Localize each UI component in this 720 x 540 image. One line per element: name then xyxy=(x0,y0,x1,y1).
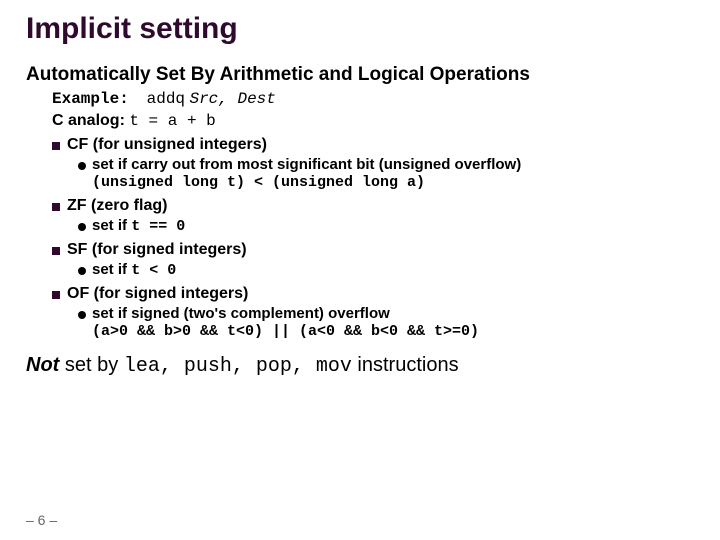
c-analog-code: t = a + b xyxy=(129,112,215,130)
flag-desc: (for signed integers) xyxy=(92,241,247,258)
not-set-mid: set by xyxy=(59,354,123,376)
flag-desc: (for signed integers) xyxy=(94,285,249,302)
flag-desc: (for unsigned integers) xyxy=(93,136,267,153)
flag-set-text: set if signed (two's complement) overflo… xyxy=(92,305,390,322)
flag-of-code: (a>0 && b>0 && t<0) || (a<0 && b<0 && t>… xyxy=(26,323,694,340)
flag-sf-detail: set if t < 0 xyxy=(26,261,694,279)
flag-cf-detail: set if carry out from most significant b… xyxy=(26,156,694,173)
example-instr: addq xyxy=(147,90,185,108)
disc-bullet-icon xyxy=(78,162,86,170)
square-bullet-icon xyxy=(52,247,60,255)
not-set-line: Not set by lea, push, pop, mov instructi… xyxy=(26,354,694,378)
flag-of-detail: set if signed (two's complement) overflo… xyxy=(26,305,694,322)
square-bullet-icon xyxy=(52,203,60,211)
example-label: Example: xyxy=(52,90,129,108)
flag-cf: CF (for unsigned integers) xyxy=(26,136,694,154)
c-analog-line: C analog: t = a + b xyxy=(26,112,694,130)
example-line: Example: addq Src, Dest xyxy=(26,90,694,108)
flag-zf-detail: set if t == 0 xyxy=(26,217,694,235)
disc-bullet-icon xyxy=(78,223,86,231)
flag-name: OF xyxy=(67,285,89,302)
flag-set-text: set if xyxy=(92,217,131,234)
square-bullet-icon xyxy=(52,142,60,150)
not-set-lead: Not xyxy=(26,354,59,376)
square-bullet-icon xyxy=(52,291,60,299)
flag-inline-code: t < 0 xyxy=(131,262,176,279)
flag-zf: ZF (zero flag) xyxy=(26,197,694,215)
disc-bullet-icon xyxy=(78,267,86,275)
flag-name: CF xyxy=(67,136,88,153)
disc-bullet-icon xyxy=(78,311,86,319)
flag-set-text: set if xyxy=(92,261,131,278)
not-set-code: lea, push, pop, mov xyxy=(124,355,352,378)
flag-name: ZF xyxy=(67,197,87,214)
not-set-tail: instructions xyxy=(352,354,459,376)
flag-cf-code: (unsigned long t) < (unsigned long a) xyxy=(26,174,694,191)
flag-name: SF xyxy=(67,241,87,258)
example-args: Src, Dest xyxy=(189,90,275,108)
flag-of: OF (for signed integers) xyxy=(26,285,694,303)
flag-desc: (zero flag) xyxy=(91,197,167,214)
flag-inline-code: t == 0 xyxy=(131,218,185,235)
section-heading: Automatically Set By Arithmetic and Logi… xyxy=(26,64,694,86)
c-analog-label: C analog: xyxy=(52,112,125,129)
page-number: – 6 – xyxy=(26,512,57,528)
slide-title: Implicit setting xyxy=(26,12,694,46)
flag-sf: SF (for signed integers) xyxy=(26,241,694,259)
flag-set-text: set if carry out from most significant b… xyxy=(92,156,521,173)
